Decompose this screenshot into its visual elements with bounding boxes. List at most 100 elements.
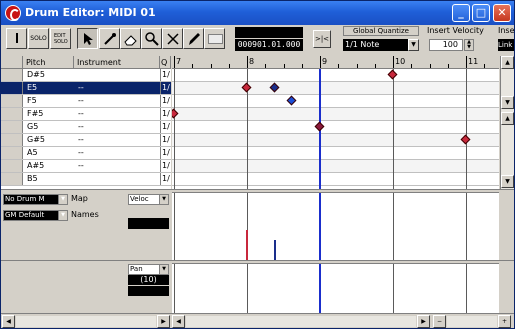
eraser-tool-icon[interactable] (120, 28, 141, 49)
toolbar: SOLO EDIT SOLO 000901.01.000 >|< Global Q… (1, 25, 515, 55)
zoom-in-icon[interactable]: + (498, 315, 511, 328)
header-pitch[interactable]: Pitch (23, 56, 74, 69)
names-dropdown[interactable]: GM Default ▼ (3, 210, 68, 221)
position-value[interactable]: 000901.01.000 (235, 39, 303, 51)
row-pitch: A#5 (27, 161, 45, 170)
grid-row[interactable] (172, 160, 499, 173)
header-q[interactable]: Q (160, 56, 171, 69)
header-instrument[interactable]: Instrument (74, 56, 160, 69)
title-bar[interactable]: Drum Editor: MIDI 01 _ □ ✕ (1, 1, 514, 25)
scroll-left-arrow-icon[interactable]: ◀ (2, 315, 15, 328)
horizontal-scrollbar[interactable]: ◀ ▶ ◀ ▶ − + (1, 313, 514, 328)
grid-row[interactable] (172, 108, 499, 121)
grid-row[interactable] (172, 121, 499, 134)
row-instrument: -- (78, 96, 84, 105)
zoom-slider[interactable] (447, 316, 497, 327)
minimize-button[interactable]: _ (452, 4, 470, 22)
velocity-spinner[interactable]: ▲ ▼ (464, 39, 474, 51)
playback-cursor[interactable] (319, 264, 321, 313)
list-row[interactable]: A#5 -- 1/ (1, 160, 171, 173)
scroll-down-arrow-icon[interactable]: ▼ (501, 96, 514, 109)
vertical-scrollbar[interactable]: ▲ ▼ ▲ ▼ (500, 56, 514, 189)
row-marker (1, 160, 23, 172)
scroll-down-arrow-icon-2[interactable]: ▼ (501, 175, 514, 188)
maximize-button[interactable]: □ (472, 4, 490, 22)
zoom-out-icon[interactable]: − (433, 315, 446, 328)
insert-velocity-field[interactable]: 100 (429, 39, 463, 51)
ruler[interactable]: 7 8 9 10 11 (172, 56, 499, 69)
edit-solo-button[interactable]: EDIT SOLO (50, 28, 71, 49)
velocity-bar[interactable] (246, 229, 248, 260)
mute-tool-icon[interactable] (162, 28, 183, 49)
grid-row[interactable] (172, 134, 499, 147)
list-scroll-track[interactable] (16, 316, 156, 327)
list-row[interactable]: G5 -- 1/ (1, 121, 171, 134)
pan-lane-controls: Pan ▼ (10) (1, 263, 171, 313)
list-row[interactable]: G#5 -- 1/ (1, 134, 171, 147)
list-row[interactable]: F5 -- 1/ (1, 95, 171, 108)
velocity-controller-dropdown[interactable]: Veloc ▼ (128, 194, 169, 205)
ruler-bar-tick (247, 56, 248, 68)
grid-row[interactable] (172, 95, 499, 108)
drum-map-dropdown[interactable]: No Drum M ▼ (3, 194, 68, 205)
color-scheme-button[interactable] (204, 28, 225, 49)
row-marker (1, 134, 23, 146)
row-instrument: -- (78, 135, 84, 144)
pencil-tool-icon[interactable] (183, 28, 204, 49)
ruler-beat-tick (356, 64, 358, 68)
drum-list: D#5 1/E5 -- 1/F5 -- 1/F#5 -- 1/G5 -- 1/G#5 -- 1/A5 -… (1, 69, 171, 189)
row-instrument: -- (78, 122, 84, 131)
close-button[interactable]: ✕ (493, 4, 511, 22)
bar-line (174, 193, 175, 260)
note-grid[interactable] (172, 69, 499, 189)
grid-scroll-track[interactable] (186, 316, 416, 327)
arrow-tool-icon[interactable] (77, 28, 98, 49)
snap-button[interactable]: >|< (313, 30, 331, 48)
list-row[interactable]: D#5 1/ (1, 69, 171, 82)
pan-value-display: (10) (128, 275, 169, 285)
grid-row[interactable] (172, 147, 499, 160)
pan-lane[interactable] (172, 263, 499, 313)
bar-line (174, 69, 175, 189)
grid-row[interactable] (172, 69, 499, 82)
scroll-up-arrow-icon-2[interactable]: ▲ (501, 112, 514, 125)
grid-scroll-left-arrow-icon[interactable]: ◀ (172, 315, 185, 328)
link-field[interactable]: Link (498, 39, 514, 51)
list-row[interactable]: B5 1/ (1, 173, 171, 186)
list-row[interactable]: A5 -- 1/ (1, 147, 171, 160)
position-display-top (235, 27, 303, 38)
row-marker (1, 173, 23, 185)
ruler-bar-label: 10 (395, 57, 406, 66)
scroll-right-arrow-icon[interactable]: ▶ (157, 315, 170, 328)
row-marker (1, 69, 23, 81)
grid-row[interactable] (172, 82, 499, 95)
ruler-beat-tick (447, 64, 449, 68)
solo-button[interactable]: SOLO (28, 28, 49, 49)
ruler-bar-tick (174, 56, 175, 68)
drumstick-tool-icon[interactable] (99, 28, 120, 49)
chevron-down-icon: ▼ (58, 211, 67, 220)
quantize-dropdown[interactable]: 1/1 Note ▼ (343, 39, 419, 51)
magnifier-tool-icon[interactable] (141, 28, 162, 49)
scroll-up-arrow-icon[interactable]: ▲ (501, 56, 514, 69)
velocity-bar[interactable] (273, 240, 276, 260)
pan-controller-dropdown[interactable]: Pan ▼ (128, 264, 169, 275)
grid-scroll-right-arrow-icon[interactable]: ▶ (417, 315, 430, 328)
bar-line (466, 264, 467, 313)
row-pitch: E5 (27, 83, 38, 92)
insert-label: Inse (498, 26, 515, 35)
row-pitch: G5 (27, 122, 39, 131)
bar-line (466, 193, 467, 260)
ruler-bar-label: 8 (249, 57, 255, 66)
global-quantize-label[interactable]: Global Quantize (343, 26, 419, 36)
list-row[interactable]: F#5 -- 1/ (1, 108, 171, 121)
bar-line (174, 264, 175, 313)
grid-row[interactable] (172, 173, 499, 186)
chevron-down-icon: ▼ (159, 265, 168, 274)
playback-cursor[interactable] (319, 193, 321, 260)
info-toggle-button[interactable] (6, 28, 27, 49)
velocity-lane[interactable] (172, 192, 499, 260)
list-row[interactable]: E5 -- 1/ (1, 82, 171, 95)
ruler-beat-tick (338, 64, 340, 68)
bar-line (247, 264, 248, 313)
